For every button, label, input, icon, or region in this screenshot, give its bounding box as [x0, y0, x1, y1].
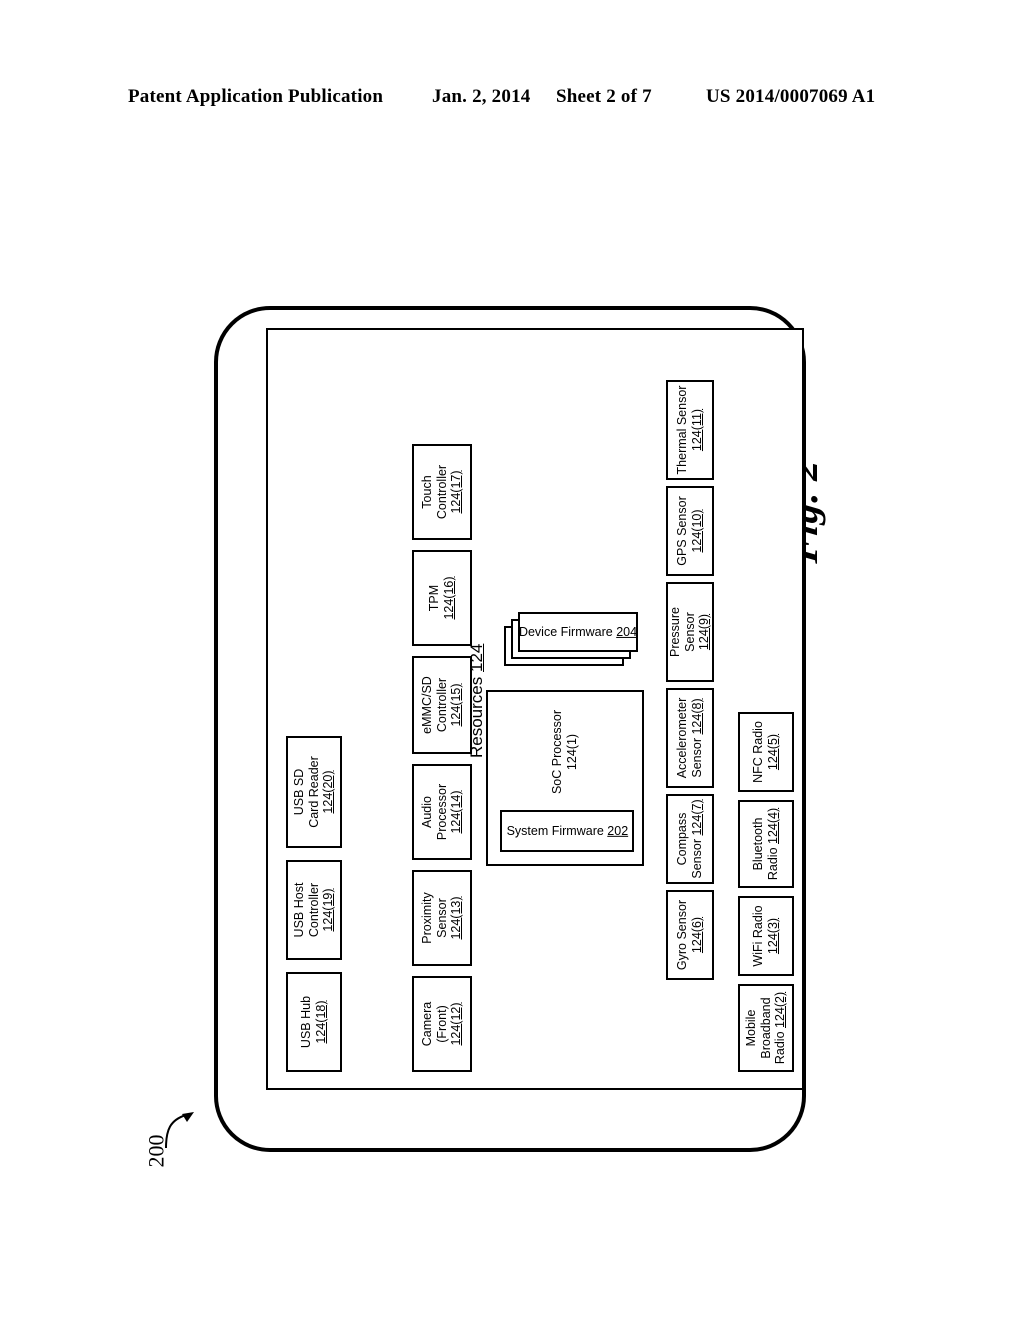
- box-soc-processor-label: SoC Processor: [550, 709, 564, 795]
- box-pressure-sensor-line1: Pressure Sensor: [667, 606, 697, 658]
- box-gps-sensor-ref: 124(10): [690, 509, 704, 553]
- box-proximity-sensor-line2: Sensor: [434, 898, 449, 938]
- device-firmware-ref: 204: [616, 624, 638, 639]
- box-audio-processor-line2: Processor: [434, 783, 449, 841]
- box-bluetooth-radio-line2: Radio 124(4): [766, 807, 780, 881]
- header-publication: Patent Application Publication: [128, 86, 384, 107]
- box-mobile-broadband-radio-line2: Broadband: [758, 997, 773, 1059]
- box-emmc-sd-controller-line2: Controller: [434, 677, 449, 733]
- box-emmc-sd-controller[interactable]: eMMC/SD Controller 124(15): [412, 656, 472, 754]
- figure-2-drawing: Computing Device 102 Hardware Resources …: [192, 150, 832, 1170]
- box-thermal-sensor[interactable]: Thermal Sensor 124(11): [666, 380, 714, 480]
- box-mobile-broadband-radio-line1: Mobile: [743, 1009, 758, 1047]
- box-usb-sd-card-reader-ref: 124(20): [321, 770, 336, 814]
- box-pressure-sensor-ref: 124(9): [697, 613, 712, 651]
- box-gyro-sensor[interactable]: Gyro Sensor 124(6): [666, 890, 714, 980]
- box-mobile-broadband-radio[interactable]: Mobile Broadband Radio 124(2): [738, 984, 794, 1072]
- box-gps-sensor-line1: GPS Sensor: [675, 496, 690, 566]
- box-thermal-sensor-line1: Thermal Sensor: [675, 385, 690, 475]
- box-camera-front[interactable]: Camera (Front) 124(12): [412, 976, 472, 1072]
- box-proximity-sensor[interactable]: Proximity Sensor 124(13): [412, 870, 472, 966]
- box-accelerometer-sensor-line2: Sensor: [690, 734, 704, 778]
- box-gps-sensor[interactable]: GPS Sensor 124(10): [666, 486, 714, 576]
- box-soc-processor-ref: 124(1): [565, 733, 579, 771]
- box-camera-front-line2: (Front): [434, 1005, 449, 1043]
- box-usb-hub-ref: 124(18): [314, 1000, 328, 1044]
- box-bluetooth-radio-ref: 124(4): [766, 807, 780, 844]
- box-proximity-sensor-ref: 124(13): [449, 896, 464, 940]
- box-system-firmware-ref: 202: [606, 823, 628, 838]
- box-accelerometer-sensor-line1: Accelerometer: [675, 697, 690, 779]
- box-touch-controller-ref: 124(17): [449, 470, 464, 514]
- box-compass-sensor-ref: 124(7): [690, 799, 704, 836]
- box-wifi-radio-line1: WiFi Radio: [751, 905, 766, 967]
- box-gyro-sensor-ref: 124(6): [690, 916, 704, 954]
- box-usb-host-controller-ref: 124(19): [321, 888, 336, 932]
- box-usb-sd-card-reader-line2: Card Reader: [306, 756, 321, 828]
- page-header: Patent Application Publication Jan. 2, 2…: [0, 86, 1024, 116]
- box-bluetooth-radio[interactable]: Bluetooth Radio 124(4): [738, 800, 794, 888]
- box-compass-sensor-line2: Sensor: [690, 835, 704, 879]
- box-tpm[interactable]: TPM 124(16): [412, 550, 472, 646]
- box-gyro-sensor-line1: Gyro Sensor: [675, 899, 690, 971]
- box-usb-hub-line1: USB Hub: [299, 995, 314, 1049]
- box-tpm-line1: TPM: [427, 584, 442, 612]
- device-firmware-stack[interactable]: Device Firmware 204: [504, 516, 638, 666]
- box-camera-front-line1: Camera: [419, 1001, 434, 1047]
- box-pressure-sensor[interactable]: Pressure Sensor 124(9): [666, 582, 714, 682]
- box-tpm-ref: 124(16): [442, 576, 456, 620]
- box-camera-front-ref: 124(12): [449, 1002, 464, 1046]
- box-mobile-broadband-radio-line3: Radio 124(2): [773, 991, 788, 1065]
- box-usb-hub[interactable]: USB Hub 124(18): [286, 972, 342, 1072]
- box-thermal-sensor-ref: 124(11): [690, 408, 704, 452]
- box-wifi-radio[interactable]: WiFi Radio 124(3): [738, 896, 794, 976]
- device-firmware-label: Device Firmware: [518, 624, 613, 639]
- hardware-resources-container: Hardware Resources 124 USB Hub 124(18) U…: [266, 328, 804, 1090]
- box-usb-sd-card-reader-line1: USB SD: [291, 768, 306, 816]
- box-wifi-radio-ref: 124(3): [766, 917, 780, 955]
- header-patent-number: US 2014/0007069 A1: [706, 86, 876, 107]
- box-mobile-broadband-radio-ref: 124(2): [773, 991, 788, 1028]
- box-compass-sensor[interactable]: Compass Sensor 124(7): [666, 794, 714, 884]
- box-usb-sd-card-reader[interactable]: USB SD Card Reader 124(20): [286, 736, 342, 848]
- box-touch-controller[interactable]: Touch Controller 124(17): [412, 444, 472, 540]
- box-touch-controller-line2: Controller: [434, 464, 449, 520]
- box-touch-controller-line1: Touch: [419, 475, 434, 509]
- box-compass-sensor-line1: Compass: [675, 812, 690, 866]
- box-system-firmware[interactable]: System Firmware 202: [500, 810, 634, 852]
- header-sheet-number: Sheet 2 of 7: [556, 86, 652, 107]
- box-audio-processor[interactable]: Audio Processor 124(14): [412, 764, 472, 860]
- box-proximity-sensor-line1: Proximity: [419, 892, 434, 944]
- box-soc-processor[interactable]: System Firmware 202 SoC Processor 124(1): [486, 690, 644, 866]
- box-nfc-radio-line1: NFC Radio: [751, 721, 766, 783]
- box-audio-processor-ref: 124(14): [449, 790, 464, 834]
- box-emmc-sd-controller-ref: 124(15): [449, 683, 464, 727]
- computing-device-outline: Computing Device 102 Hardware Resources …: [214, 306, 806, 1152]
- header-date: Jan. 2, 2014: [432, 86, 531, 107]
- box-emmc-sd-controller-line1: eMMC/SD: [419, 676, 434, 734]
- box-usb-host-controller[interactable]: USB Host Controller 124(19): [286, 860, 342, 960]
- box-accelerometer-sensor-ref: 124(8): [690, 698, 704, 735]
- box-audio-processor-line1: Audio: [419, 796, 434, 828]
- box-bluetooth-radio-line1: Bluetooth: [751, 817, 766, 871]
- box-accelerometer-sensor[interactable]: Accelerometer Sensor 124(8): [666, 688, 714, 788]
- device-firmware-sheet-front[interactable]: Device Firmware 204: [518, 612, 638, 652]
- box-nfc-radio-ref: 124(5): [766, 733, 780, 771]
- box-usb-host-controller-line1: USB Host: [291, 882, 306, 938]
- box-nfc-radio[interactable]: NFC Radio 124(5): [738, 712, 794, 792]
- box-usb-host-controller-line2: Controller: [306, 882, 321, 938]
- box-system-firmware-label: System Firmware: [506, 823, 604, 838]
